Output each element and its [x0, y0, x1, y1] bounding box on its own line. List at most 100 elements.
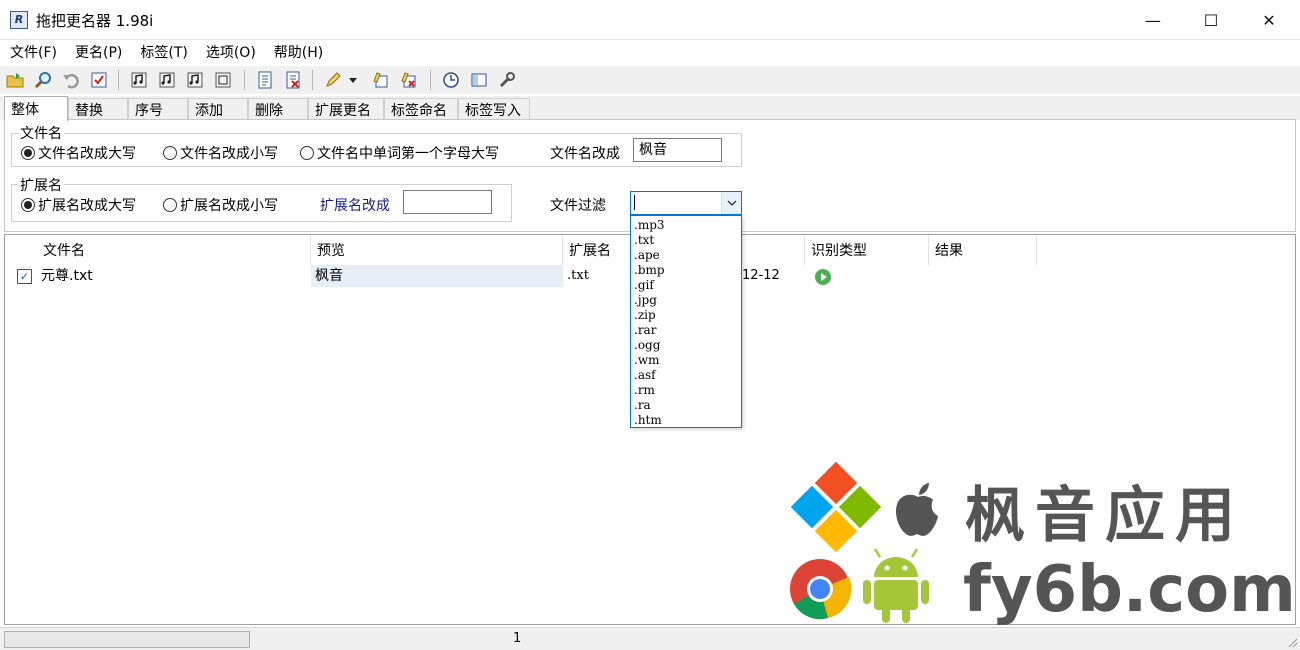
watermark-brand: 枫音应用 [965, 481, 1245, 551]
column-header-filename[interactable]: 文件名 [37, 235, 311, 265]
radio-dot [21, 146, 35, 160]
title-bar: R 拖把更名器 1.98i — ☐ ✕ [0, 0, 1300, 40]
search-icon[interactable] [32, 69, 54, 91]
watermark-site: fy6b.com [963, 553, 1296, 627]
windows-logo-icon [790, 461, 882, 553]
radio-dot [163, 198, 177, 212]
music-tag-2-icon[interactable] [156, 69, 178, 91]
filter-option[interactable]: .rm [631, 383, 741, 398]
radio-extension-upper[interactable]: 扩展名改成大写 [21, 195, 136, 215]
toolbar-separator [118, 70, 119, 90]
menu-rename[interactable]: 更名(P) [69, 42, 128, 62]
chevron-down-icon[interactable] [721, 192, 741, 214]
menu-bar: 文件(F) 更名(P) 标签(T) 选项(O) 帮助(H) [0, 40, 1300, 64]
filter-option[interactable]: .ogg [631, 338, 741, 353]
check-icon[interactable] [88, 69, 110, 91]
radio-dot [21, 198, 35, 212]
maximize-button[interactable]: ☐ [1182, 0, 1240, 40]
filter-option[interactable]: .txt [631, 233, 741, 248]
filter-option[interactable]: .jpg [631, 293, 741, 308]
filter-option[interactable]: .htm [631, 413, 741, 428]
radio-filename-titlecase[interactable]: 文件名中单词第一个字母大写 [300, 143, 499, 163]
undo-icon[interactable] [60, 69, 82, 91]
document-icon[interactable] [254, 69, 276, 91]
column-header-type[interactable]: 识别类型 [805, 235, 929, 265]
radio-dot [300, 146, 314, 160]
filter-option[interactable]: .zip [631, 308, 741, 323]
panel-icon[interactable] [468, 69, 490, 91]
tab-sequence[interactable]: 序号 [128, 98, 188, 120]
radio-label: 文件名改成小写 [180, 146, 278, 162]
toolbar-separator [430, 70, 431, 90]
apple-logo-icon [895, 483, 938, 536]
chrome-logo-icon [790, 559, 852, 620]
menu-file[interactable]: 文件(F) [4, 42, 63, 62]
cell-preview: 枫音 [311, 265, 563, 287]
tools-icon[interactable] [496, 69, 518, 91]
column-header-preview[interactable]: 预览 [311, 235, 563, 265]
filter-combobox[interactable] [630, 191, 742, 215]
extension-rename-label: 扩展名改成 [320, 198, 390, 214]
filter-option[interactable]: .ra [631, 398, 741, 413]
filter-option[interactable]: .ape [631, 248, 741, 263]
radio-filename-upper[interactable]: 文件名改成大写 [21, 143, 136, 163]
tab-strip: 整体 替换 序号 添加 删除 扩展更名 标签命名 标签写入 [0, 96, 1300, 121]
edit-delete-icon[interactable] [398, 69, 420, 91]
android-logo-icon [863, 548, 929, 623]
cell-filename: 元尊.txt [41, 268, 93, 284]
filter-dropdown-list: .mp3 .txt .ape .bmp .gif .jpg .zip .rar … [630, 215, 742, 428]
status-bar: 1 [0, 627, 1300, 650]
filter-label: 文件过滤 [550, 198, 606, 214]
filter-option[interactable]: .rar [631, 323, 741, 338]
file-count: 1 [513, 631, 522, 646]
radio-filename-lower[interactable]: 文件名改成小写 [163, 143, 278, 163]
radio-label: 扩展名改成小写 [180, 198, 278, 214]
tab-tag-write[interactable]: 标签写入 [458, 98, 530, 120]
filter-option[interactable]: .wm [631, 353, 741, 368]
document-delete-icon[interactable] [282, 69, 304, 91]
menu-help[interactable]: 帮助(H) [268, 42, 329, 62]
cell-extension: .txt [567, 268, 589, 283]
minimize-button[interactable]: — [1124, 0, 1182, 40]
music-tag-4-icon[interactable] [212, 69, 234, 91]
column-header-result[interactable]: 结果 [929, 235, 1037, 265]
close-button[interactable]: ✕ [1240, 0, 1298, 40]
resize-grip-icon[interactable] [1286, 636, 1298, 648]
toolbar-separator [312, 70, 313, 90]
app-rename-icon: R [10, 11, 28, 29]
window-title: 拖把更名器 1.98i [36, 12, 154, 30]
filter-option[interactable]: .bmp [631, 263, 741, 278]
filter-option[interactable]: .asf [631, 368, 741, 383]
pen-icon[interactable] [322, 69, 344, 91]
tab-delete[interactable]: 删除 [248, 98, 308, 120]
dropdown-arrow-icon[interactable] [346, 69, 360, 91]
extension-group-title: 扩展名 [18, 175, 64, 195]
tab-extension-rename[interactable]: 扩展更名 [308, 98, 384, 120]
toolbar-separator [244, 70, 245, 90]
tab-tag-naming[interactable]: 标签命名 [384, 98, 458, 120]
cell-date: 12-12 [742, 268, 780, 283]
menu-tag[interactable]: 标签(T) [134, 42, 193, 62]
add-folder-icon[interactable] [4, 69, 26, 91]
music-tag-3-icon[interactable] [184, 69, 206, 91]
clock-icon[interactable] [440, 69, 462, 91]
filter-option[interactable]: .gif [631, 278, 741, 293]
extension-rename-input[interactable] [403, 190, 492, 214]
edit-icon[interactable] [370, 69, 392, 91]
tab-replace[interactable]: 替换 [68, 98, 128, 120]
radio-extension-lower[interactable]: 扩展名改成小写 [163, 195, 278, 215]
filter-option[interactable]: .mp3 [631, 218, 741, 233]
radio-label: 扩展名改成大写 [38, 198, 136, 214]
row-checkbox[interactable]: ✓ [17, 269, 32, 284]
menu-options[interactable]: 选项(O) [200, 42, 262, 62]
filename-rename-input[interactable]: 枫音 [633, 138, 722, 162]
filename-group-title: 文件名 [18, 123, 64, 143]
radio-dot [163, 146, 177, 160]
filename-rename-label: 文件名改成 [550, 146, 620, 162]
toolbar [0, 66, 1300, 94]
tab-add[interactable]: 添加 [188, 98, 248, 120]
text-caret [634, 195, 635, 210]
radio-label: 文件名中单词第一个字母大写 [317, 146, 499, 162]
tab-overall[interactable]: 整体 [4, 96, 68, 121]
music-tag-icon[interactable] [128, 69, 150, 91]
